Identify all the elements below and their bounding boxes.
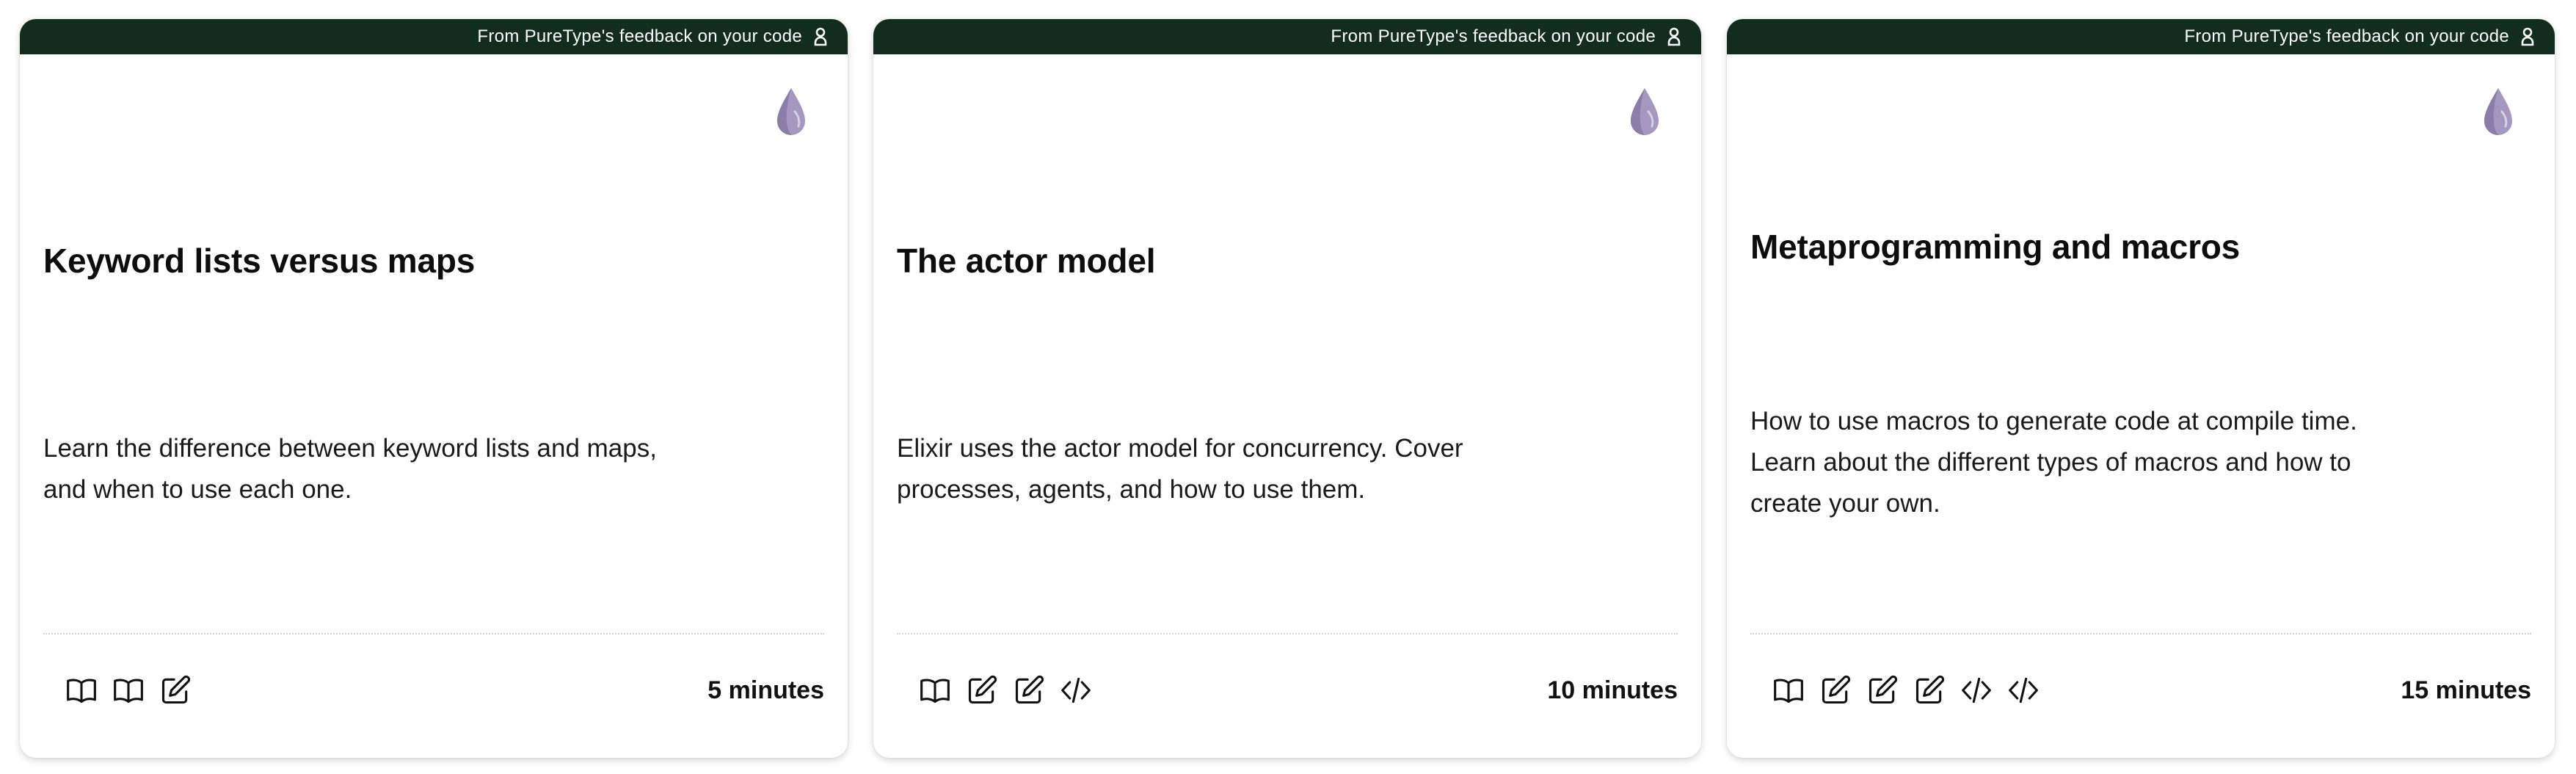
person-icon — [814, 27, 827, 46]
divider — [897, 633, 1678, 634]
person-icon — [2521, 27, 2534, 46]
card-description: How to use macros to generate code at co… — [1750, 407, 2357, 518]
divider — [43, 633, 824, 634]
duration-label: 10 minutes — [1547, 676, 1678, 704]
pencil-square-icon — [1013, 674, 1045, 706]
feedback-source-label: From PureType's feedback on your code — [477, 26, 802, 46]
code-brackets-icon — [2007, 674, 2040, 706]
card-header: From PureType's feedback on your code — [20, 19, 848, 54]
card-title: Keyword lists versus maps — [43, 242, 476, 280]
feedback-source-label: From PureType's feedback on your code — [2184, 26, 2509, 46]
activity-icons — [43, 674, 192, 706]
pencil-square-icon — [1819, 674, 1852, 706]
book-open-icon — [919, 674, 951, 706]
activity-icons — [1750, 674, 2040, 706]
pencil-square-icon — [1866, 674, 1899, 706]
card-footer: 10 minutes — [897, 665, 1678, 715]
card-header: From PureType's feedback on your code — [873, 19, 1701, 54]
card-description: Elixir uses the actor model for concurre… — [897, 434, 1463, 504]
lesson-card[interactable]: From PureType's feedback on your code Ke… — [20, 19, 848, 758]
card-list: From PureType's feedback on your code Ke… — [20, 19, 2555, 758]
lesson-card[interactable]: From PureType's feedback on your code Me… — [1727, 19, 2555, 758]
card-title: Metaprogramming and macros — [1750, 228, 2241, 266]
code-brackets-icon — [1060, 674, 1092, 706]
lesson-card[interactable]: From PureType's feedback on your code Th… — [873, 19, 1701, 758]
elixir-drop-icon — [2484, 88, 2512, 135]
activity-icons — [897, 674, 1092, 706]
card-footer: 15 minutes — [1750, 665, 2531, 715]
card-footer: 5 minutes — [43, 665, 824, 715]
pencil-square-icon — [1913, 674, 1946, 706]
divider — [1750, 633, 2531, 634]
duration-label: 15 minutes — [2401, 676, 2531, 704]
card-description: Learn the difference between keyword lis… — [43, 434, 657, 504]
book-open-icon — [1772, 674, 1805, 706]
elixir-drop-icon — [1631, 88, 1659, 135]
pencil-square-icon — [159, 674, 192, 706]
feedback-source-label: From PureType's feedback on your code — [1331, 26, 1656, 46]
card-title: The actor model — [897, 242, 1156, 280]
code-brackets-icon — [1960, 674, 1993, 706]
person-icon — [1667, 27, 1681, 46]
duration-label: 5 minutes — [707, 676, 824, 704]
elixir-drop-icon — [777, 88, 805, 135]
card-header: From PureType's feedback on your code — [1727, 19, 2555, 54]
book-open-icon — [65, 674, 98, 706]
pencil-square-icon — [966, 674, 998, 706]
book-open-icon — [112, 674, 145, 706]
